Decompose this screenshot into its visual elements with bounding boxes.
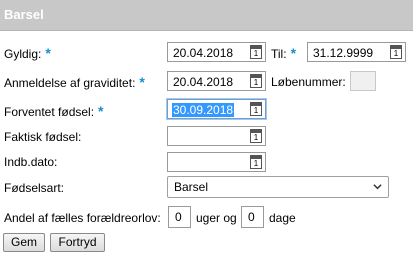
section-title: Barsel [4,7,44,22]
calendar-icon[interactable]: 1 [250,45,262,59]
gyldig-date-field[interactable]: 20.04.2018 1 [167,42,266,62]
anmeldelse-label: Anmeldelse af graviditet: * [4,74,145,90]
faktisk-label: Faktisk fødsel: [4,130,82,144]
forventet-date-field[interactable]: 30.09.2018 1 [167,99,266,119]
calendar-icon[interactable]: 1 [250,102,262,116]
calendar-icon[interactable]: 1 [250,155,262,169]
save-button[interactable]: Gem [3,233,45,252]
faktisk-date-field[interactable]: 1 [167,126,266,146]
til-date-field[interactable]: 31.12.9999 1 [307,42,406,62]
required-marker: * [45,45,51,61]
required-marker: * [98,103,104,119]
gyldig-label: Gyldig: * [4,45,51,61]
uger-label: uger og [196,211,237,225]
dage-label: dage [269,211,296,225]
fodselsart-select[interactable]: Barsel [167,176,389,198]
chevron-down-icon [373,184,382,190]
required-marker: * [139,74,145,90]
calendar-icon[interactable]: 1 [390,45,402,59]
fodselsart-label: Fødselsart: [4,181,65,195]
uger-input[interactable]: 0 [168,206,191,228]
section-header: Barsel [0,0,413,31]
anmeldelse-date-field[interactable]: 20.04.2018 1 [167,71,266,91]
lobenummer-label: Løbenummer: [271,75,346,89]
calendar-icon[interactable]: 1 [250,129,262,143]
cancel-button[interactable]: Fortryd [50,233,105,252]
dage-input[interactable]: 0 [241,206,264,228]
andel-label: Andel af fælles forældreorlov: [4,211,161,225]
indb-label: Indb.dato: [4,155,58,169]
lobenummer-field [350,71,376,91]
required-marker: * [290,45,297,61]
forventet-label: Forventet fødsel: * [4,103,104,119]
calendar-icon[interactable]: 1 [250,74,262,88]
indb-date-field[interactable]: 1 [167,152,266,172]
til-label: Til: * [271,45,297,61]
